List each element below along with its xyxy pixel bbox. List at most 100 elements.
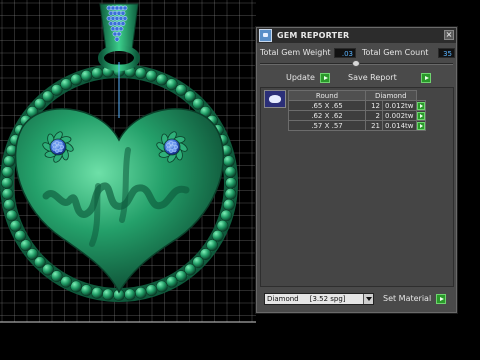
gem-size: .65 X .65 (288, 100, 366, 111)
ring-bead (145, 284, 158, 297)
ring-bead (14, 229, 27, 242)
gem-weight: 0.014tw (382, 120, 417, 131)
table-row: .65 X .65 12 0.012tw (288, 100, 426, 111)
pendant-bail (98, 3, 140, 71)
ring-bead (91, 67, 104, 80)
ring-bead (220, 209, 233, 222)
ring-bead (224, 188, 237, 200)
update-button[interactable] (320, 73, 330, 83)
row-select-button[interactable] (415, 100, 426, 111)
chevron-down-icon[interactable] (363, 294, 373, 304)
header-spacer (416, 91, 425, 101)
bail-gem (122, 5, 128, 11)
row-select-button[interactable] (415, 110, 426, 121)
total-gem-weight-label: Total Gem Weight (260, 48, 331, 57)
ring-bead (124, 288, 136, 301)
bail-gem (114, 15, 120, 21)
bail-gem (120, 21, 126, 26)
ring-bead (102, 288, 114, 301)
ring-bead (91, 286, 104, 299)
bail-gem (110, 5, 116, 11)
gem-list-area: Round Diamond .65 X .65 12 0.012tw .62 X… (260, 87, 454, 287)
gem-reporter-app-icon (259, 29, 272, 42)
bail-gem (118, 5, 124, 11)
bail-gem (108, 21, 114, 26)
slider-knob[interactable] (352, 60, 360, 67)
total-gem-count-value: 35 (438, 48, 455, 58)
column-header-material: Diamond (365, 90, 417, 101)
bail-gem (118, 26, 124, 32)
total-gem-weight-value: .03 (334, 48, 356, 58)
ring-bead (70, 73, 83, 86)
gem-table: Round Diamond .65 X .65 12 0.012tw .62 X… (288, 90, 426, 131)
gem-table-header: Round Diamond (288, 90, 426, 101)
gem-count: 2 (365, 110, 383, 121)
ring-bead (155, 73, 168, 86)
bail-gem (114, 36, 120, 42)
save-report-button[interactable] (421, 73, 431, 83)
ring-bead (5, 209, 18, 222)
ring-bead (225, 177, 237, 189)
ring-bead (216, 219, 229, 232)
round-gem-thumbnail-icon[interactable] (264, 90, 286, 108)
gem-count: 12 (365, 100, 383, 111)
ring-bead (3, 155, 16, 168)
ring-bead (1, 188, 14, 200)
panel-title: GEM REPORTER (277, 31, 350, 40)
ring-bead (222, 155, 235, 168)
ring-bead (155, 280, 168, 293)
bail-gem (116, 10, 122, 16)
center-gem-facet (166, 146, 171, 151)
bail-gem (112, 31, 118, 37)
bail-gem (116, 31, 122, 37)
ring-bead (70, 280, 83, 293)
bail-gem (110, 26, 116, 32)
center-gem-facet (169, 141, 174, 146)
set-material-button[interactable] (436, 294, 446, 304)
bail-gem (108, 10, 114, 16)
panel-titlebar[interactable]: GEM REPORTER × (257, 28, 456, 43)
table-row: .62 X .62 2 0.002tw (288, 110, 426, 121)
material-dropdown[interactable]: Diamond [3.52 spg] (264, 293, 374, 305)
center-gem-facet (58, 148, 63, 153)
close-icon: × (445, 30, 453, 39)
set-material-label: Set Material (383, 294, 432, 303)
ring-bead (222, 198, 235, 211)
ring-bead (9, 219, 22, 232)
row-select-button[interactable] (415, 120, 426, 131)
ring-bead (1, 166, 14, 178)
update-label: Update (286, 73, 315, 82)
bail-gem (114, 5, 120, 11)
center-gem-facet (52, 146, 57, 151)
bail-gem (112, 21, 118, 26)
bail-gem (118, 15, 124, 21)
green-play-arrow-icon (416, 111, 425, 120)
bail-gem (120, 10, 126, 16)
center-gem-facet (172, 141, 177, 146)
ring-bead (134, 286, 147, 299)
bail-gem (106, 15, 112, 21)
gem-size: .57 X .57 (288, 120, 366, 131)
bail-gem (110, 15, 116, 21)
gem-reporter-panel: GEM REPORTER × Total Gem Weight .03 Tota… (255, 26, 458, 314)
center-gem-facet (55, 141, 60, 146)
green-play-arrow-icon (416, 101, 425, 110)
save-report-label: Save Report (348, 73, 397, 82)
close-button[interactable]: × (444, 30, 454, 40)
ring-bead (224, 166, 237, 178)
ring-bead (134, 67, 147, 80)
bail-gem (106, 5, 112, 11)
bail-gem (112, 10, 118, 16)
ring-bead (60, 78, 73, 91)
ring-bead (80, 284, 93, 297)
total-gem-count-label: Total Gem Count (362, 48, 429, 57)
ring-bead (165, 275, 178, 288)
gem-weight: 0.002tw (382, 110, 417, 121)
table-row: .57 X .57 21 0.014tw (288, 120, 426, 131)
bail-gem (116, 21, 122, 26)
green-play-arrow-icon (416, 121, 425, 130)
center-gem-facet (58, 141, 63, 146)
gem-size: .62 X .62 (288, 110, 366, 121)
gem-weight: 0.012tw (382, 100, 417, 111)
ring-bead (145, 69, 158, 82)
